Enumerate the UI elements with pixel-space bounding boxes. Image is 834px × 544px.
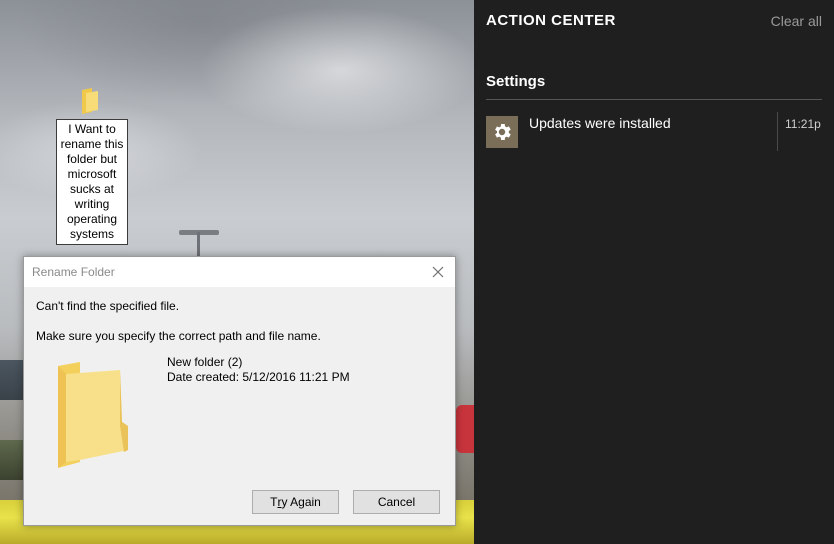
rename-folder-dialog: Rename Folder Can't find the specified f… [23,256,456,526]
action-center-panel: ACTION CENTER Clear all Settings Updates… [474,0,834,544]
error-message: Can't find the specified file. [36,299,180,313]
cancel-button[interactable]: Cancel [353,490,440,514]
close-icon [432,266,444,278]
desktop-folder-rename-field[interactable]: I Want to rename this folder but microso… [56,119,128,245]
gear-icon [486,116,518,148]
wallpaper-car-red [456,405,474,453]
try-again-label-t: T [270,495,278,509]
notification-separator [777,112,778,151]
date-created: Date created: 5/12/2016 11:21 PM [167,370,350,384]
dialog-title: Rename Folder [32,265,115,279]
clear-all-link[interactable]: Clear all [771,13,822,29]
notification-item[interactable]: Updates were installed 11:21p [486,112,822,152]
notification-time: 11:21p [785,117,821,131]
close-button[interactable] [427,261,449,283]
try-again-label-rest: y Again [281,495,321,509]
group-divider [486,99,822,100]
action-center-title: ACTION CENTER [486,12,616,29]
desktop-folder-icon[interactable] [80,88,100,114]
screen: I Want to rename this folder but microso… [0,0,834,544]
notification-text: Updates were installed [529,115,671,131]
dialog-titlebar: Rename Folder [24,257,455,287]
notification-group-settings[interactable]: Settings [486,73,545,90]
folder-icon [54,362,134,472]
file-name: New folder (2) [167,355,243,369]
error-hint: Make sure you specify the correct path a… [36,329,321,343]
try-again-button[interactable]: Try Again [252,490,339,514]
